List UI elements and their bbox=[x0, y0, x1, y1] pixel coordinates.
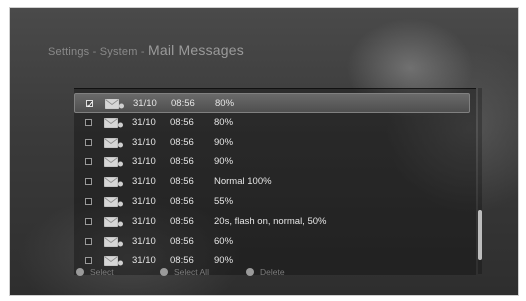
breadcrumb: Settings - System - bbox=[48, 46, 148, 58]
message-row[interactable]: 31/10 08:56 80% bbox=[74, 113, 470, 133]
select-all-button[interactable]: Select All bbox=[160, 260, 209, 284]
message-text: 55% bbox=[214, 196, 234, 207]
select-label: Select bbox=[90, 267, 114, 277]
mail-icon bbox=[104, 197, 123, 207]
message-date: 31/10 bbox=[132, 215, 156, 227]
mail-icon bbox=[105, 99, 124, 109]
message-text: 90% bbox=[214, 156, 234, 168]
message-checkbox[interactable] bbox=[85, 217, 92, 225]
message-date: 31/10 bbox=[132, 136, 156, 148]
message-checkbox[interactable] bbox=[85, 118, 92, 126]
message-time: 08:56 bbox=[170, 176, 194, 188]
scrollbar[interactable] bbox=[478, 88, 482, 274]
message-date: 31/10 bbox=[133, 98, 157, 109]
message-text: 60% bbox=[214, 235, 234, 247]
mail-icon bbox=[104, 177, 123, 187]
mail-icon bbox=[104, 236, 123, 247]
title-text: Mail Messages bbox=[147, 42, 244, 58]
message-checkbox[interactable] bbox=[85, 178, 92, 186]
message-row[interactable]: 31/10 08:56 90% bbox=[74, 152, 470, 172]
delete-button[interactable]: Delete bbox=[246, 260, 285, 284]
message-text: Normal 100% bbox=[214, 176, 272, 188]
message-checkbox[interactable] bbox=[85, 138, 92, 146]
page-title: Settings - System - Mail Messages bbox=[48, 42, 244, 58]
message-checkbox[interactable] bbox=[85, 198, 92, 205]
message-time: 08:56 bbox=[170, 136, 194, 148]
footer-bar: Select Select All Delete bbox=[10, 260, 518, 284]
message-time: 08:56 bbox=[170, 196, 194, 207]
mail-icon bbox=[104, 157, 123, 168]
message-list: 31/1008:5680%31/1008:5680%31/1008:5690%3… bbox=[74, 88, 476, 275]
message-checkbox[interactable] bbox=[85, 237, 92, 245]
remote-key-dot-icon bbox=[246, 267, 254, 276]
message-row[interactable]: 31/10 08:56 Normal 100% bbox=[74, 172, 470, 192]
select-button[interactable]: Select bbox=[76, 260, 114, 284]
tv-screen: Settings - System - Mail Messages 31/10 0… bbox=[9, 7, 519, 296]
message-time: 08:56 bbox=[170, 215, 194, 227]
message-text: 20s, flash on, normal, 50% bbox=[214, 215, 327, 227]
message-row[interactable]: 31/10 08:56 90% bbox=[74, 133, 470, 153]
message-checkbox[interactable] bbox=[85, 158, 92, 166]
message-checkbox[interactable] bbox=[86, 96, 94, 116]
message-row[interactable]: 31/10 08:56 60% bbox=[74, 232, 470, 252]
select-all-label: Select All bbox=[174, 267, 209, 277]
message-text: 80% bbox=[214, 116, 234, 128]
remote-key-dot-icon bbox=[160, 267, 168, 276]
mail-icon bbox=[104, 117, 123, 128]
delete-label: Delete bbox=[260, 267, 285, 277]
message-row[interactable]: 31/10 08:56 80% bbox=[74, 93, 470, 116]
message-time: 08:56 bbox=[170, 235, 194, 247]
message-date: 31/10 bbox=[132, 116, 156, 128]
scrollbar-thumb[interactable] bbox=[478, 210, 482, 260]
message-text: 90% bbox=[214, 136, 234, 148]
message-date: 31/10 bbox=[132, 235, 156, 247]
mail-icon bbox=[104, 137, 123, 148]
message-time: 08:56 bbox=[171, 98, 195, 109]
message-row[interactable]: 31/10 08:56 20s, flash on, normal, 50% bbox=[74, 212, 470, 232]
message-row[interactable]: 31/10 08:56 55% bbox=[74, 192, 470, 212]
remote-key-dot-icon bbox=[76, 267, 84, 276]
message-date: 31/10 bbox=[132, 176, 156, 188]
mail-icon bbox=[104, 216, 123, 227]
message-time: 08:56 bbox=[170, 156, 194, 168]
message-time: 08:56 bbox=[170, 116, 194, 128]
message-date: 31/10 bbox=[132, 156, 156, 168]
message-date: 31/10 bbox=[132, 196, 156, 207]
message-text: 80% bbox=[215, 98, 235, 109]
